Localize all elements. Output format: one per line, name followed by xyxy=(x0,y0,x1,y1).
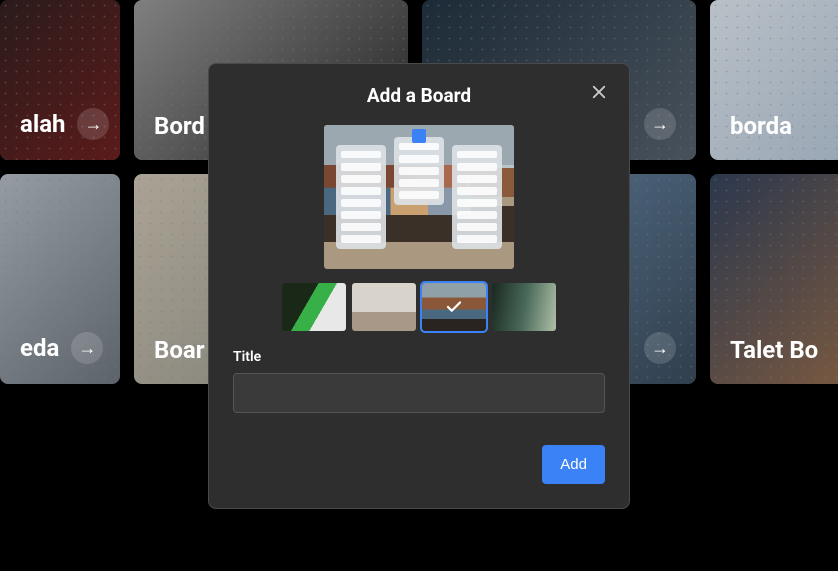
bg-option-3[interactable] xyxy=(422,283,486,331)
bg-option-1[interactable] xyxy=(282,283,346,331)
title-label: Title xyxy=(233,349,605,365)
title-input[interactable] xyxy=(233,373,605,413)
bg-option-4[interactable] xyxy=(492,283,556,331)
board-preview xyxy=(324,125,514,269)
app-logo-icon xyxy=(412,129,426,143)
preview-column xyxy=(394,137,444,205)
bg-option-2[interactable] xyxy=(352,283,416,331)
add-button[interactable]: Add xyxy=(542,445,605,484)
close-button[interactable] xyxy=(587,80,611,104)
preview-column xyxy=(452,145,502,249)
modal-title: Add a Board xyxy=(233,84,605,107)
check-icon xyxy=(422,283,486,331)
add-board-modal: Add a Board xyxy=(208,63,630,509)
modal-overlay: Add a Board xyxy=(0,0,838,571)
preview-column xyxy=(336,145,386,249)
close-icon xyxy=(590,83,608,101)
background-selector xyxy=(233,283,605,331)
